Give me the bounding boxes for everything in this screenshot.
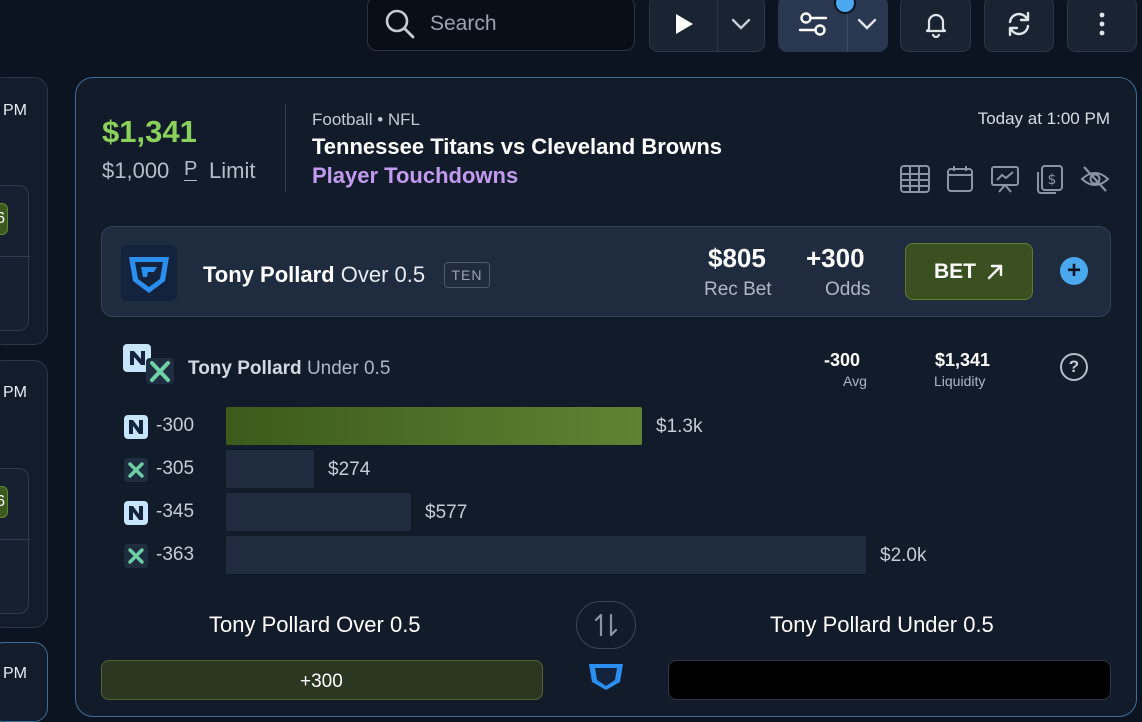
refresh-button[interactable] xyxy=(984,0,1054,52)
rec-bet-value: $805 xyxy=(708,243,766,273)
odds-label: Odds xyxy=(825,279,871,300)
status-badge: 6 xyxy=(0,486,8,518)
status-badge: 6 xyxy=(0,203,8,235)
bet-selection: Tony Pollard Over 0.5 xyxy=(203,262,425,288)
liquidity-label: Liquidity xyxy=(934,373,986,389)
play-split-button[interactable] xyxy=(649,0,765,52)
opposite-player: Tony Pollard xyxy=(188,358,302,379)
question-icon: ? xyxy=(1068,357,1080,376)
swap-sides-button[interactable] xyxy=(576,601,636,649)
money-receipt-icon[interactable]: $ xyxy=(1034,163,1066,195)
left-side-title: Tony Pollard Over 0.5 xyxy=(209,612,421,637)
fanduel-logo-icon xyxy=(121,245,177,301)
left-side-bet-button[interactable]: +300 xyxy=(101,660,543,700)
divider xyxy=(0,256,30,257)
left-side-odds: +300 xyxy=(300,671,343,692)
header-divider xyxy=(285,104,286,192)
prophetx-logo-icon xyxy=(124,544,148,568)
liquidity-bar xyxy=(226,493,411,531)
fanduel-logo-icon xyxy=(589,664,623,690)
novig-logo-icon xyxy=(124,501,148,525)
chevron-down-icon xyxy=(731,18,751,30)
limit-symbol[interactable]: P xyxy=(184,158,198,181)
search-icon xyxy=(385,9,415,38)
liquidity-amount: $274 xyxy=(328,459,371,480)
plus-icon: + xyxy=(1066,257,1081,284)
team-tag: TEN xyxy=(444,262,490,288)
liquidity-bar xyxy=(226,407,642,445)
sport-league: Football • NFL xyxy=(312,110,420,129)
limit-amount: $1,000 xyxy=(102,158,170,183)
bet-button[interactable]: BET xyxy=(905,243,1033,300)
novig-logo-icon xyxy=(124,415,148,439)
game-card[interactable]: PM 6 4 xyxy=(0,360,48,628)
book-liquidity-row: -345 $577 xyxy=(124,493,1024,531)
liquidity-amount: $2.0k xyxy=(880,545,927,566)
opposite-selection: Tony Pollard Under 0.5 xyxy=(188,358,390,380)
player-name: Tony Pollard xyxy=(203,262,335,287)
book-liquidity-row: -305 $274 xyxy=(124,450,1024,488)
limit-label: Limit xyxy=(209,158,256,183)
book-liquidity-row: -300 $1.3k xyxy=(124,407,1024,445)
bet-button-label: BET xyxy=(934,259,976,283)
liquidity-value: $1,341 xyxy=(935,350,991,370)
game-card[interactable]: PM xyxy=(0,642,48,722)
arrow-up-right-icon xyxy=(987,264,1003,279)
game-time: PM xyxy=(3,665,27,682)
game-time: PM xyxy=(3,102,27,119)
liquidity-amount: $1.3k xyxy=(656,416,703,437)
hide-eye-off-icon[interactable] xyxy=(1079,163,1111,195)
search-input[interactable]: Search xyxy=(367,0,635,51)
swap-vertical-icon xyxy=(594,613,618,637)
svg-text:$: $ xyxy=(1048,172,1057,188)
play-button[interactable] xyxy=(650,0,717,51)
game-time: PM xyxy=(3,384,27,401)
bet-line: Over 0.5 xyxy=(340,262,426,287)
game-card[interactable]: PM 6 5 xyxy=(0,77,48,345)
liquidity-bar xyxy=(226,450,314,488)
divider xyxy=(0,539,30,540)
game-card-inner: 6 5 xyxy=(0,185,30,331)
chevron-down-icon xyxy=(858,18,877,30)
sliders-icon xyxy=(798,12,828,36)
book-odds: -305 xyxy=(156,458,195,479)
search-placeholder: Search xyxy=(430,11,497,35)
matchup-title: Tennessee Titans vs Cleveland Browns xyxy=(312,134,723,159)
notifications-button[interactable] xyxy=(900,0,971,52)
rec-bet-label: Rec Bet xyxy=(704,279,772,300)
add-bet-button[interactable]: + xyxy=(1060,257,1088,285)
game-card-inner: 6 4 xyxy=(0,468,30,614)
profit-value: $1,341 xyxy=(102,114,197,149)
book-odds: -300 xyxy=(156,415,195,436)
book-odds: -363 xyxy=(156,544,195,565)
play-icon xyxy=(675,14,693,34)
play-dropdown-button[interactable] xyxy=(718,0,764,51)
liquidity-bar xyxy=(226,536,866,574)
odds-value: +300 xyxy=(806,243,865,273)
presentation-chart-icon[interactable] xyxy=(989,163,1021,195)
right-side-bet-button[interactable] xyxy=(668,660,1111,700)
bell-icon xyxy=(925,13,946,38)
help-button[interactable]: ? xyxy=(1060,353,1088,381)
market-name: Player Touchdowns xyxy=(312,163,519,188)
event-time: Today at 1:00 PM xyxy=(977,109,1110,128)
liquidity-amount: $577 xyxy=(425,502,468,523)
grid-table-icon[interactable] xyxy=(899,163,931,195)
avg-odds-label: Avg xyxy=(843,373,867,389)
novig-prophetx-logo-icon xyxy=(123,344,174,384)
refresh-icon xyxy=(1008,11,1030,37)
book-liquidity-row: -363 $2.0k xyxy=(124,536,1024,574)
prophetx-logo-icon xyxy=(124,458,148,482)
more-vertical-icon xyxy=(1099,12,1105,36)
avg-odds-value: -300 xyxy=(824,350,861,370)
book-odds: -345 xyxy=(156,501,195,522)
right-side-title: Tony Pollard Under 0.5 xyxy=(770,612,994,637)
more-options-button[interactable] xyxy=(1067,0,1137,52)
opposite-line: Under 0.5 xyxy=(306,358,391,379)
filter-split-button[interactable] xyxy=(778,0,888,52)
calendar-icon[interactable] xyxy=(944,163,976,195)
